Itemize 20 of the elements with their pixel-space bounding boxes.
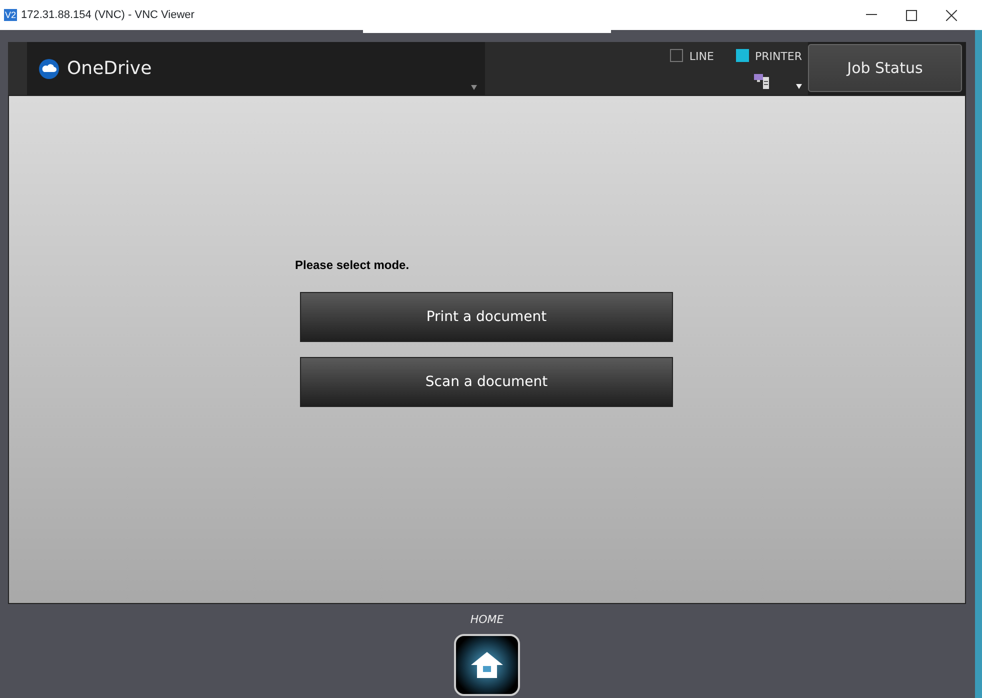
cloud-icon <box>39 58 59 78</box>
app-icon: V2 <box>4 9 18 21</box>
dropdown-arrow-icon <box>796 84 802 89</box>
home-icon <box>471 652 503 678</box>
window-title: 172.31.88.154 (VNC) - VNC Viewer <box>21 8 194 23</box>
close-icon <box>946 10 956 20</box>
printer-icon <box>754 73 770 89</box>
indicator-label: LINE <box>689 49 714 65</box>
home-label: HOME <box>470 612 504 628</box>
app-selector[interactable]: OneDrive <box>27 42 485 95</box>
mode-button[interactable]: Print a document <box>300 292 673 342</box>
dropdown-arrow-icon <box>471 85 477 90</box>
job-status-button[interactable]: Job Status <box>808 44 962 92</box>
app-name: OneDrive <box>67 57 152 81</box>
home-button[interactable] <box>454 634 520 696</box>
maximize-icon <box>906 10 916 20</box>
mode-prompt: Please select mode. <box>295 257 410 274</box>
mode-button[interactable]: Scan a document <box>300 357 673 407</box>
minimize-icon <box>866 14 876 16</box>
indicator-label: PRINTER <box>754 49 802 65</box>
